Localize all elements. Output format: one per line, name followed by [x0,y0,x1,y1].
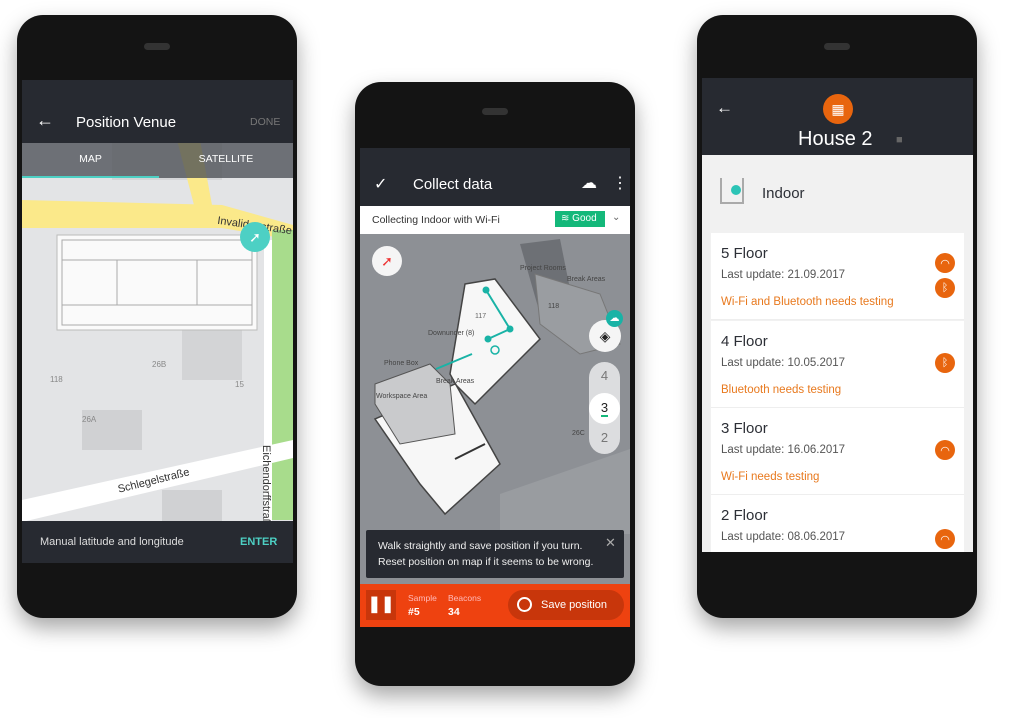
manual-label: Manual latitude and longitude [40,536,184,548]
warning-text: Wi-Fi needs testing [721,471,820,483]
compass-icon[interactable]: ➚ [240,222,270,252]
floor-name: 3 Floor [721,420,768,437]
street-label: Eichendorffstraße [260,445,272,532]
tab-satellite[interactable]: SATELLITE [159,143,293,178]
badge-label: Good [572,213,597,224]
screen: Invalidenstraße Schlegelstraße Eichendor… [22,80,293,563]
section-title: Indoor [762,185,805,202]
room-label: 118 [548,303,560,310]
wifi-icon: ◠ [935,440,955,460]
back-arrow-icon[interactable]: ← [36,110,54,131]
house-number: 26B [152,360,167,369]
signal-badge: ≋ Good [555,211,605,227]
done-button[interactable]: DONE [250,116,280,128]
floor-selector: 4 3 2 [589,362,620,454]
bluetooth-icon: ᛒ [935,278,955,298]
save-label: Save position [541,599,608,611]
room-label: Workspace Area [376,393,428,400]
pause-icon: ❚❚ [367,596,395,613]
wifi-icon: ≋ [561,213,573,224]
close-icon[interactable]: ✕ [605,535,616,551]
sample-value: #5 [408,606,420,618]
sample-label: Sample [408,593,437,603]
floor-3[interactable]: 3 [589,393,620,424]
speaker [482,108,508,115]
last-update: Last update: 10.05.2017 [721,357,846,369]
floor-label: 3 [600,400,609,417]
wifi-icon: ◠ [935,253,955,273]
room-label: 117 [475,313,487,320]
screen: ← ▦ House 2 ■ Indoor 5 Floor Last update… [702,78,973,552]
more-vert-icon[interactable]: ⋮ [612,173,628,193]
cloud-sync-icon: ☁ [606,310,623,327]
floor-card-5[interactable]: 5 Floor Last update: 21.09.2017 Wi-Fi an… [711,233,964,320]
page-title: House 2 [798,128,873,150]
speaker [144,43,170,50]
beacons-label: Beacons [448,593,482,603]
page-title: Position Venue [76,114,177,131]
floor-2[interactable]: 2 [589,430,620,445]
phone-house: ← ▦ House 2 ■ Indoor 5 Floor Last update… [697,15,977,618]
last-update: Last update: 08.06.2017 [721,531,846,543]
last-update: Last update: 16.06.2017 [721,444,846,456]
floor-name: 5 Floor [721,245,768,262]
enter-button[interactable]: ENTER [240,536,277,548]
floor-card-3[interactable]: 3 Floor Last update: 16.06.2017 Wi-Fi ne… [711,408,964,495]
app-bar: ✓ Collect data ☁ ⋮ [360,148,630,206]
tab-map[interactable]: MAP [22,143,159,178]
check-icon[interactable]: ✓ [374,174,387,194]
room-label: 26C [572,430,585,437]
recording-bar: ❚❚ Sample #5 Beacons 34 Save position [360,584,630,627]
floor-name: 2 Floor [721,507,768,524]
lock-icon: ■ [896,134,903,146]
house-number: 15 [235,380,244,389]
floor-card-4[interactable]: 4 Floor Last update: 10.05.2017 Bluetoot… [711,321,964,408]
house-number: 26A [82,415,97,424]
floor-4[interactable]: 4 [589,368,620,383]
layers-icon: ◈ [599,328,611,344]
house-number: 118 [50,375,63,384]
page-title: Collect data [413,176,493,193]
floor-name: 4 Floor [721,333,768,350]
save-position-button[interactable]: Save position [508,590,624,620]
last-update: Last update: 21.09.2017 [721,269,846,281]
tip-snackbar: Walk straightly and save position if you… [366,530,624,578]
manual-coordinates-bar: Manual latitude and longitude ENTER [22,521,293,563]
chevron-down-icon[interactable]: ⌄ [612,212,620,223]
tip-line: Reset position on map if it seems to be … [378,556,594,568]
compass-icon[interactable]: ➚ [372,246,402,276]
speaker [824,43,850,50]
back-arrow-icon[interactable]: ← [716,98,733,118]
phone-collect-data: Project Rooms Break Areas 118 117 Downun… [355,82,635,686]
pause-button[interactable]: ❚❚ [366,590,396,620]
phone-position-venue: Invalidenstraße Schlegelstraße Eichendor… [17,15,297,618]
beacons-value: 34 [448,606,460,618]
warning-text: Bluetooth needs testing [721,384,842,396]
room-label: Break Areas [436,378,475,385]
warning-text: Wi-Fi and Bluetooth needs testing [721,296,894,308]
cloud-sync-icon[interactable]: ☁ [581,173,597,193]
bluetooth-icon: ᛒ [935,353,955,373]
room-label: Phone Box [384,360,419,367]
floor-card-2[interactable]: 2 Floor Last update: 08.06.2017 ◠ [711,495,964,552]
room-label: Break Areas [567,276,606,283]
screen: Project Rooms Break Areas 118 117 Downun… [360,148,630,627]
building-icon: ▦ [823,94,853,124]
room-label: Project Rooms [520,265,566,272]
location-pin-icon [517,597,532,612]
tip-line: Walk straightly and save position if you… [378,540,583,552]
indoor-icon [720,178,744,204]
status-bar[interactable]: Collecting Indoor with Wi-Fi ≋ Good ⌄ [360,206,630,234]
wifi-icon: ◠ [935,529,955,549]
app-bar: ← ▦ House 2 ■ [702,78,973,155]
room-label: Downunder (8) [428,330,475,337]
status-text: Collecting Indoor with Wi-Fi [372,214,500,226]
app-bar: ← Position Venue DONE [22,80,293,143]
tab-bar: MAP SATELLITE [22,143,293,178]
